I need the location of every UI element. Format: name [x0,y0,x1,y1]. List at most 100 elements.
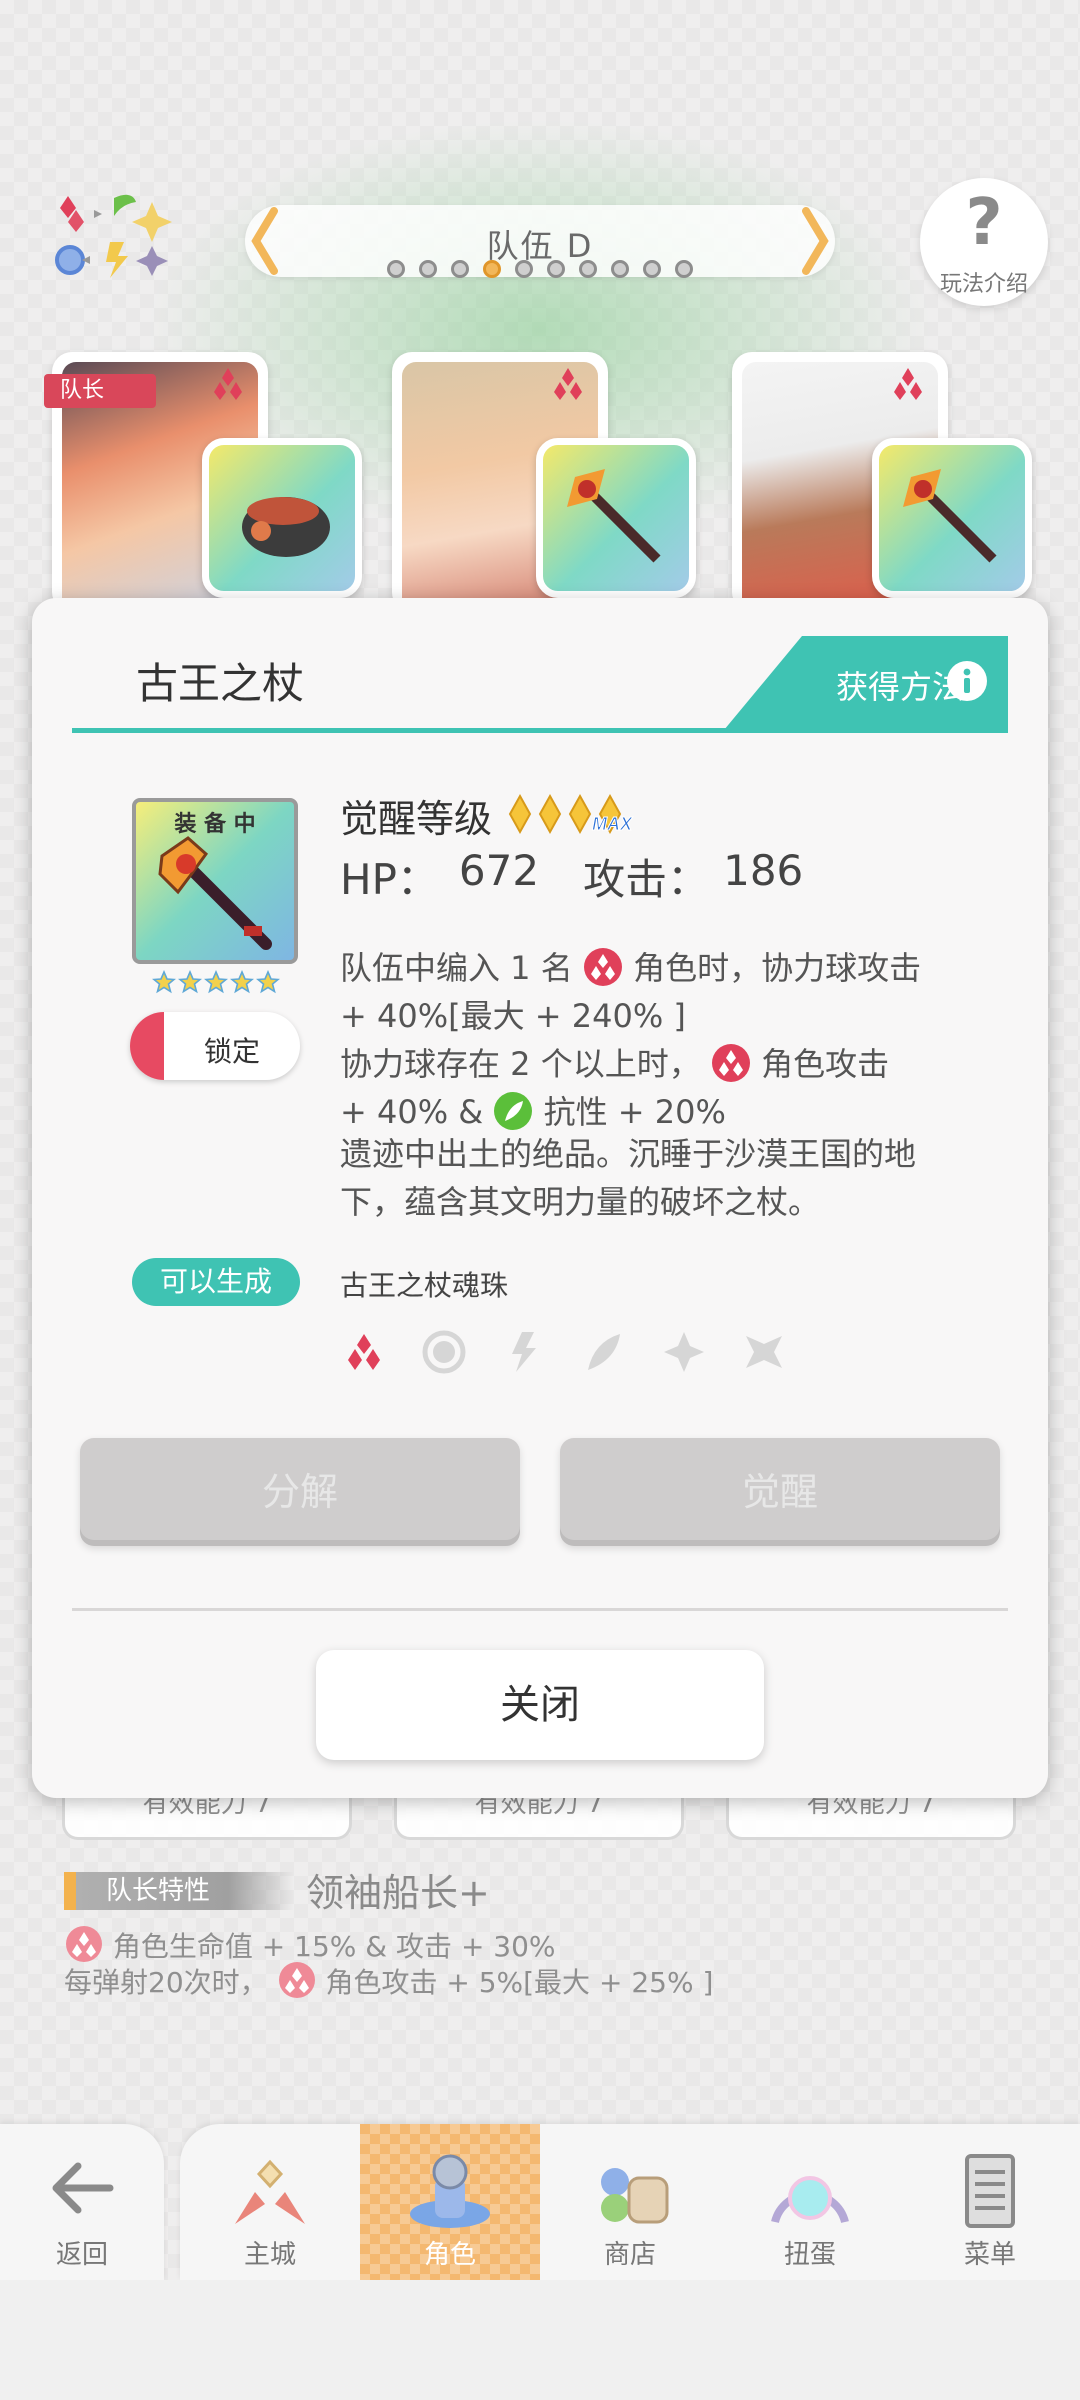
dismantle-button[interactable]: 分解 [80,1438,520,1546]
info-icon [947,661,987,701]
team-page-dot [611,260,629,278]
leader-line-1-text: 角色生命值 + 15% & 攻击 + 30% [112,1930,556,1963]
nav-item-shop[interactable]: 商店 [540,2124,720,2280]
description-line-1: 遗迹中出土的绝品。沉睡于沙漠王国的地 [340,1135,917,1173]
team-page-dot [579,260,597,278]
leader-line-2-suffix: 角色攻击 + 5%[最大 + 25% ] [325,1966,714,1999]
back-label: 返回 [55,2240,108,2270]
star-icon[interactable] [660,1328,708,1376]
skill-line-2: + 40%[最大 + 240% ] [340,997,686,1035]
fire-icon [711,1044,750,1082]
fire-icon [278,1962,315,1998]
gacha-icon [771,2176,849,2224]
question-icon: ? [965,186,1003,260]
skill-line-3: 协力球存在 2 个以上时， 角色攻击 [340,1040,889,1088]
fire-icon [66,1926,102,1962]
wind-icon [494,1092,533,1130]
fire-icon [214,368,242,400]
item-stats: HP： 672 攻击： 186 [340,846,803,907]
star-icon [204,970,228,994]
item-icon-frame: 装 备 中 [132,798,298,964]
nav-item-menu[interactable]: 菜单 [900,2124,1080,2280]
attack-value: 186 [723,846,804,895]
back-button[interactable]: 返回 [0,2124,164,2280]
team-page-dot [451,260,469,278]
light-icon[interactable] [420,1328,468,1376]
back-arrow-icon [52,2162,114,2214]
system-bar-area [0,2280,1080,2400]
nav-item-gacha[interactable]: 扭蛋 [720,2124,900,2280]
staff-icon [903,469,997,563]
dark-icon[interactable] [740,1328,788,1376]
dialog-divider [72,1608,1008,1611]
skill-line-1-prefix: 队伍中编入 1 名 [340,949,573,987]
bottom-nav: 主城 角色 商店 扭蛋 菜单 [180,2124,1080,2280]
team-page-dot [547,260,565,278]
skill-line-3-prefix: 协力球存在 2 个以上时， [340,1045,701,1083]
equipment-thumbnail[interactable] [536,438,696,598]
star-icon [152,970,176,994]
element-filter-row [340,1328,788,1376]
attack-label: 攻击： [583,855,710,904]
nav-item-castle[interactable]: 主城 [180,2124,360,2280]
skill-line-4-prefix: + 40% & [340,1093,484,1131]
awaken-max-label: MAX [592,814,633,834]
star-icon [256,970,280,994]
pouch-icon [242,497,330,557]
fire-icon [583,948,622,986]
skill-line-1-suffix: 角色时，协力球攻击 [633,949,922,987]
skill-line-4: + 40% & 抗性 + 20% [340,1088,726,1136]
shop-icon [601,2168,669,2224]
team-page-dot [419,260,437,278]
lock-toggle[interactable]: 锁定 [130,1012,300,1080]
character-icon [410,2154,490,2228]
help-label: 玩法介绍 [939,272,1028,297]
team-page-indicator [0,260,1080,278]
awaken-level-label: 觉醒等级 [340,797,493,841]
description-line-2: 下，蕴含其文明力量的破坏之杖。 [340,1183,821,1221]
nav-label-castle: 主城 [243,2240,296,2270]
team-page-dot-active [483,260,501,278]
nav-label-menu: 菜单 [963,2240,1016,2270]
hp-label: HP： [340,855,439,904]
team-page-dot [515,260,533,278]
leader-trait-line-1: 角色生命值 + 15% & 攻击 + 30% [64,1924,556,1965]
equipment-thumbnail[interactable] [202,438,362,598]
leader-trait-name: 领袖船长+ [306,1871,490,1915]
castle-icon [235,2159,305,2224]
fire-icon [554,368,582,400]
fire-icon[interactable] [340,1328,388,1376]
obtain-method-label: 获得方法 [836,668,965,706]
wind-icon[interactable] [580,1328,628,1376]
obtain-method-button[interactable]: 获得方法 [724,636,1008,730]
item-name: 古王之杖 [136,659,305,708]
nav-item-character[interactable]: 角色 [360,2124,540,2280]
close-button[interactable]: 关闭 [316,1650,764,1760]
lock-label: 锁定 [203,1035,260,1068]
craftable-badge: 可以生成 [132,1258,300,1306]
star-icon [178,970,202,994]
help-button[interactable]: ? 玩法介绍 [920,178,1048,306]
leader-trait-line-2: 每弹射20次时， 角色攻击 + 5%[最大 + 25% ] [64,1960,713,2001]
leader-line-2-prefix: 每弹射20次时， [64,1966,268,1999]
team-page-dot [387,260,405,278]
craft-item-name: 古王之杖魂珠 [340,1269,509,1302]
rarity-stars [152,970,280,994]
awaken-button[interactable]: 觉醒 [560,1438,1000,1546]
equipment-thumbnail[interactable] [872,438,1032,598]
menu-icon [965,2154,1015,2228]
nav-label-gacha: 扭蛋 [783,2240,836,2270]
nav-label-shop: 商店 [603,2240,656,2270]
staff-icon [158,836,272,950]
fire-icon [894,368,922,400]
leader-trait-tag: 队长特性 [64,1872,294,1910]
staff-icon [567,469,661,563]
lock-toggle-knob [130,1012,164,1080]
skill-line-4-suffix: 抗性 + 20% [543,1093,726,1131]
star-icon [230,970,254,994]
thunder-icon[interactable] [500,1328,548,1376]
equipment-detail-dialog: 古王之杖 获得方法 装 备 中 锁定 觉醒等级 MAX HP： 672 攻击： … [32,598,1048,1798]
nav-label-character: 角色 [423,2240,476,2270]
leader-tag: 队长 [44,374,156,408]
skill-line-1: 队伍中编入 1 名 角色时，协力球攻击 [340,944,921,992]
